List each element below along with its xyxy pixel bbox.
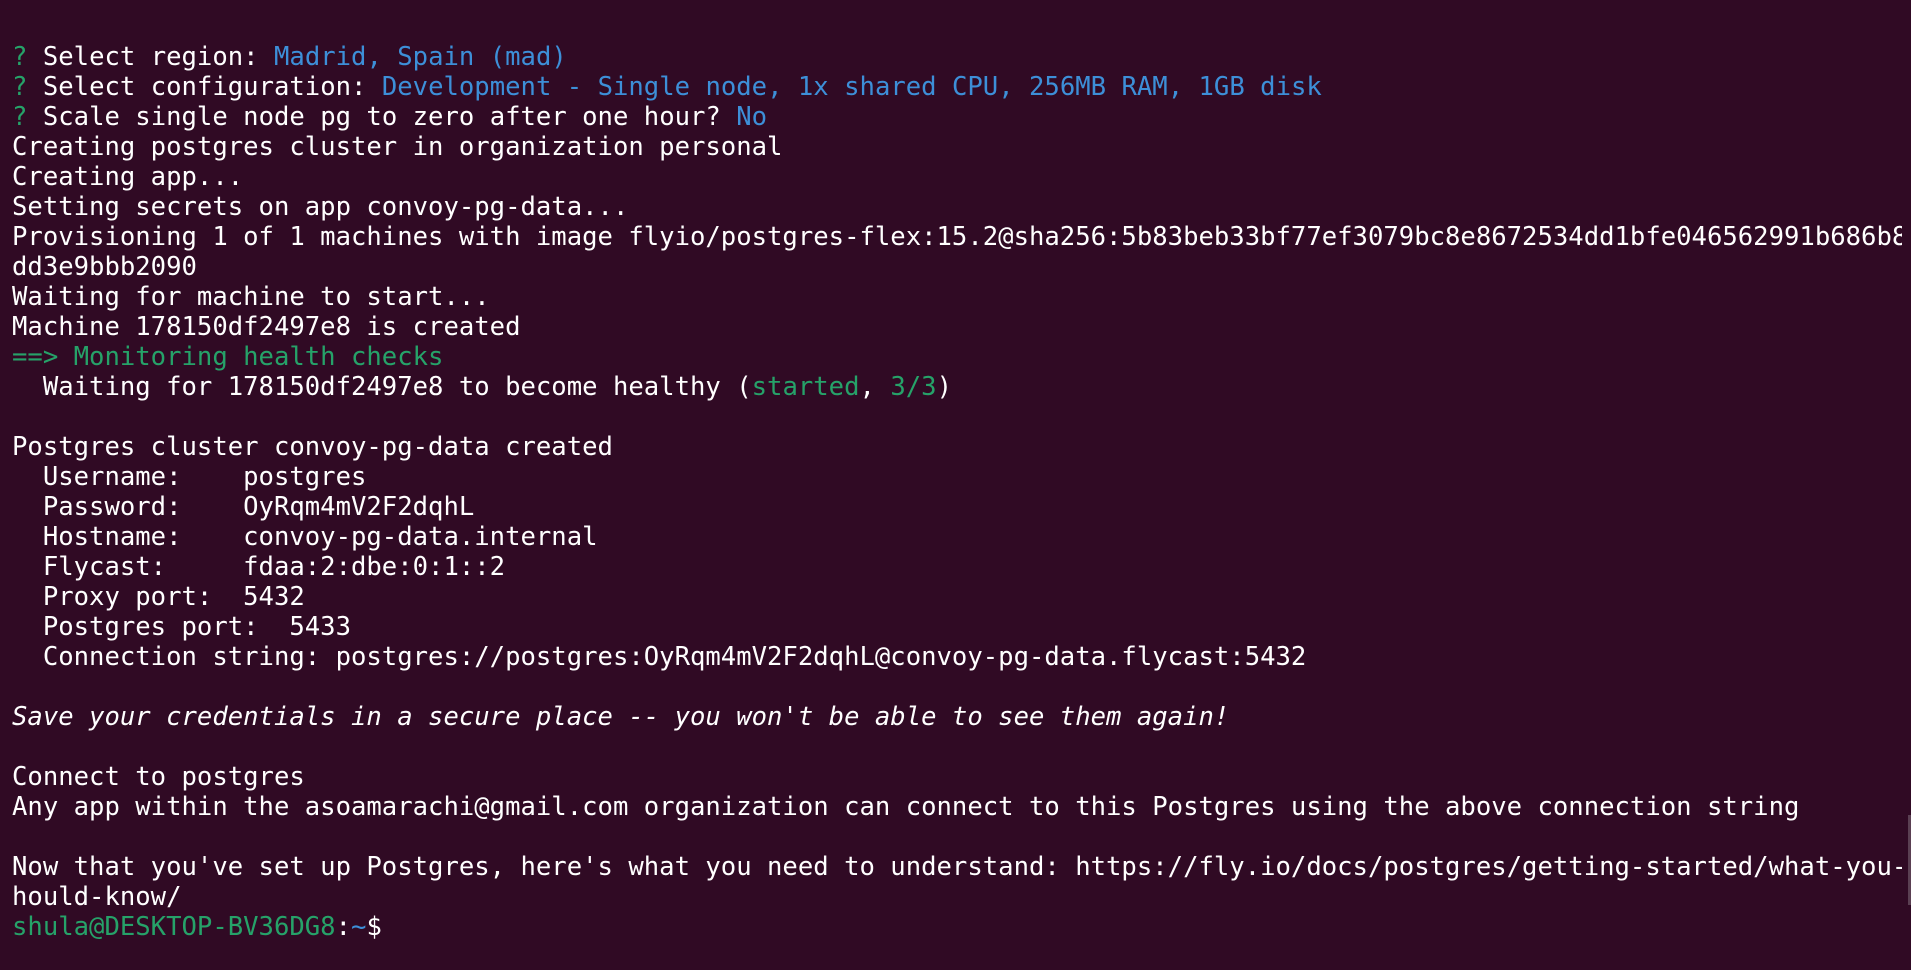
health-status: started bbox=[751, 372, 860, 402]
terminal-line: dd3e9bbb2090 bbox=[12, 252, 1902, 282]
terminal-line: Waiting for 178150df2497e8 to become hea… bbox=[12, 372, 1902, 402]
prompt-answer: No bbox=[736, 102, 768, 132]
terminal-line: Connect to postgres bbox=[12, 762, 1902, 792]
terminal-line: ==> Monitoring health checks bbox=[12, 342, 1902, 372]
terminal-line: ? Scale single node pg to zero after one… bbox=[12, 102, 1902, 132]
terminal-line: Waiting for machine to start... bbox=[12, 282, 1902, 312]
question-marker: ? bbox=[12, 42, 28, 72]
terminal-line: ? Select region: Madrid, Spain (mad) bbox=[12, 42, 1902, 72]
terminal-line: Any app within the asoamarachi@gmail.com… bbox=[12, 792, 1902, 822]
prompt-answer: Development - Single node, 1x shared CPU… bbox=[381, 72, 1322, 102]
prompt-answer: Madrid, Spain (mad) bbox=[274, 42, 567, 72]
terminal-line: Machine 178150df2497e8 is created bbox=[12, 312, 1902, 342]
output-text: Password: OyRqm4mV2F2dqhL bbox=[12, 492, 475, 522]
terminal-line: Creating postgres cluster in organizatio… bbox=[12, 132, 1902, 162]
output-text: Username: postgres bbox=[12, 462, 367, 492]
prompt-user-host: shula@DESKTOP-BV36DG8 bbox=[12, 912, 336, 942]
output-text: Proxy port: 5432 bbox=[12, 582, 305, 612]
prompt-question: Select region: bbox=[42, 42, 259, 72]
shell-prompt[interactable]: shula@DESKTOP-BV36DG8:~$ bbox=[12, 912, 1902, 942]
terminal-line: Postgres port: 5433 bbox=[12, 612, 1902, 642]
health-wait-text: Waiting for 178150df2497e8 to become hea… bbox=[12, 372, 752, 402]
terminal-line: Flycast: fdaa:2:dbe:0:1::2 bbox=[12, 552, 1902, 582]
prompt-question: Select configuration: bbox=[42, 72, 367, 102]
output-text: Creating app... bbox=[12, 162, 244, 192]
prompt-question: Scale single node pg to zero after one h… bbox=[42, 102, 721, 132]
terminal-line: Password: OyRqm4mV2F2dqhL bbox=[12, 492, 1902, 522]
terminal-line: Setting secrets on app convoy-pg-data... bbox=[12, 192, 1902, 222]
terminal-line: Save your credentials in a secure place … bbox=[12, 702, 1902, 732]
terminal-line: hould-know/ bbox=[12, 882, 1902, 912]
output-text: Now that you've set up Postgres, here's … bbox=[12, 852, 1902, 882]
output-text: Machine 178150df2497e8 is created bbox=[12, 312, 521, 342]
output-text: Hostname: convoy-pg-data.internal bbox=[12, 522, 598, 552]
question-marker: ? bbox=[12, 72, 28, 102]
health-separator: , bbox=[859, 372, 891, 402]
terminal-line: Postgres cluster convoy-pg-data created bbox=[12, 432, 1902, 462]
output-text: dd3e9bbb2090 bbox=[12, 252, 197, 282]
output-text: Flycast: fdaa:2:dbe:0:1::2 bbox=[12, 552, 506, 582]
section-header: ==> Monitoring health checks bbox=[12, 342, 444, 372]
prompt-separator: : bbox=[335, 912, 352, 942]
terminal-line: Connection string: postgres://postgres:O… bbox=[12, 642, 1902, 672]
terminal-output[interactable]: ? Select region: Madrid, Spain (mad)? Se… bbox=[12, 42, 1902, 942]
output-text: Provisioning 1 of 1 machines with image … bbox=[12, 222, 1902, 252]
output-text: Creating postgres cluster in organizatio… bbox=[12, 132, 783, 162]
output-text: Connection string: postgres://postgres:O… bbox=[12, 642, 1307, 672]
terminal-line: Creating app... bbox=[12, 162, 1902, 192]
terminal-line: Username: postgres bbox=[12, 462, 1902, 492]
terminal-line: Provisioning 1 of 1 machines with image … bbox=[12, 222, 1902, 252]
prompt-path: ~ bbox=[351, 912, 367, 942]
terminal-line: Now that you've set up Postgres, here's … bbox=[12, 852, 1902, 882]
terminal-line: ? Select configuration: Development - Si… bbox=[12, 72, 1902, 102]
output-text: Setting secrets on app convoy-pg-data... bbox=[12, 192, 629, 222]
prompt-symbol: $ bbox=[366, 912, 382, 942]
health-count: 3/3 bbox=[890, 372, 937, 402]
output-text: Postgres cluster convoy-pg-data created bbox=[12, 432, 613, 462]
terminal-line: Hostname: convoy-pg-data.internal bbox=[12, 522, 1902, 552]
output-text: Postgres port: 5433 bbox=[12, 612, 351, 642]
output-text: hould-know/ bbox=[12, 882, 182, 912]
output-text: Waiting for machine to start... bbox=[12, 282, 490, 312]
output-text: Connect to postgres bbox=[12, 762, 305, 792]
question-marker: ? bbox=[12, 102, 28, 132]
terminal-line: Proxy port: 5432 bbox=[12, 582, 1902, 612]
output-text: Any app within the asoamarachi@gmail.com… bbox=[12, 792, 1800, 822]
warning-text: Save your credentials in a secure place … bbox=[12, 702, 1230, 732]
health-suffix: ) bbox=[936, 372, 952, 402]
